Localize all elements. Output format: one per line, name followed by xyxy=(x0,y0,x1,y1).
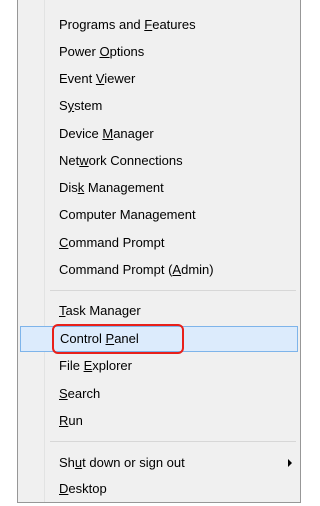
menu-item-label: Disk Management xyxy=(59,180,164,195)
menu-item-label: File Explorer xyxy=(59,358,132,373)
menu-item-label: Network Connections xyxy=(59,153,183,168)
quick-link-menu: Programs and Features Power Options Even… xyxy=(17,0,301,503)
submenu-arrow-icon xyxy=(288,459,292,467)
menu-item-device-manager[interactable]: Device Manager xyxy=(20,121,298,147)
menu-item-label: Command Prompt xyxy=(59,235,165,250)
menu-item-control-panel[interactable]: Control Panel xyxy=(20,326,298,352)
menu-item-task-manager[interactable]: Task Manager xyxy=(20,298,298,324)
menu-item-label: Shut down or sign out xyxy=(59,455,185,470)
menu-item-programs-and-features[interactable]: Programs and Features xyxy=(20,12,298,38)
menu-item-run[interactable]: Run xyxy=(20,408,298,434)
menu-item-label: Command Prompt (Admin) xyxy=(59,262,214,277)
menu-item-network-connections[interactable]: Network Connections xyxy=(20,148,298,174)
menu-item-label: Control Panel xyxy=(60,331,139,346)
menu-item-label: Desktop xyxy=(59,481,107,496)
menu-item-search[interactable]: Search xyxy=(20,381,298,407)
menu-item-shut-down-or-sign-out[interactable]: Shut down or sign out xyxy=(20,450,298,476)
menu-item-computer-management[interactable]: Computer Management xyxy=(20,202,298,228)
menu-item-file-explorer[interactable]: File Explorer xyxy=(20,353,298,379)
menu-item-disk-management[interactable]: Disk Management xyxy=(20,175,298,201)
menu-item-label: Programs and Features xyxy=(59,17,196,32)
menu-item-label: Computer Management xyxy=(59,207,196,222)
menu-item-power-options[interactable]: Power Options xyxy=(20,39,298,65)
menu-item-label: Device Manager xyxy=(59,126,154,141)
menu-item-event-viewer[interactable]: Event Viewer xyxy=(20,66,298,92)
menu-separator xyxy=(50,441,296,442)
menu-item-label: Search xyxy=(59,386,101,401)
menu-item-command-prompt-admin[interactable]: Command Prompt (Admin) xyxy=(20,257,298,283)
menu-item-label: System xyxy=(59,98,103,113)
menu-item-command-prompt[interactable]: Command Prompt xyxy=(20,230,298,256)
menu-item-label: Run xyxy=(59,413,83,428)
menu-separator xyxy=(50,290,296,291)
menu-item-label: Task Manager xyxy=(59,303,141,318)
menu-item-desktop[interactable]: Desktop xyxy=(20,476,298,502)
menu-item-system[interactable]: System xyxy=(20,93,298,119)
menu-item-label: Event Viewer xyxy=(59,71,136,86)
menu-item-label: Power Options xyxy=(59,44,145,59)
